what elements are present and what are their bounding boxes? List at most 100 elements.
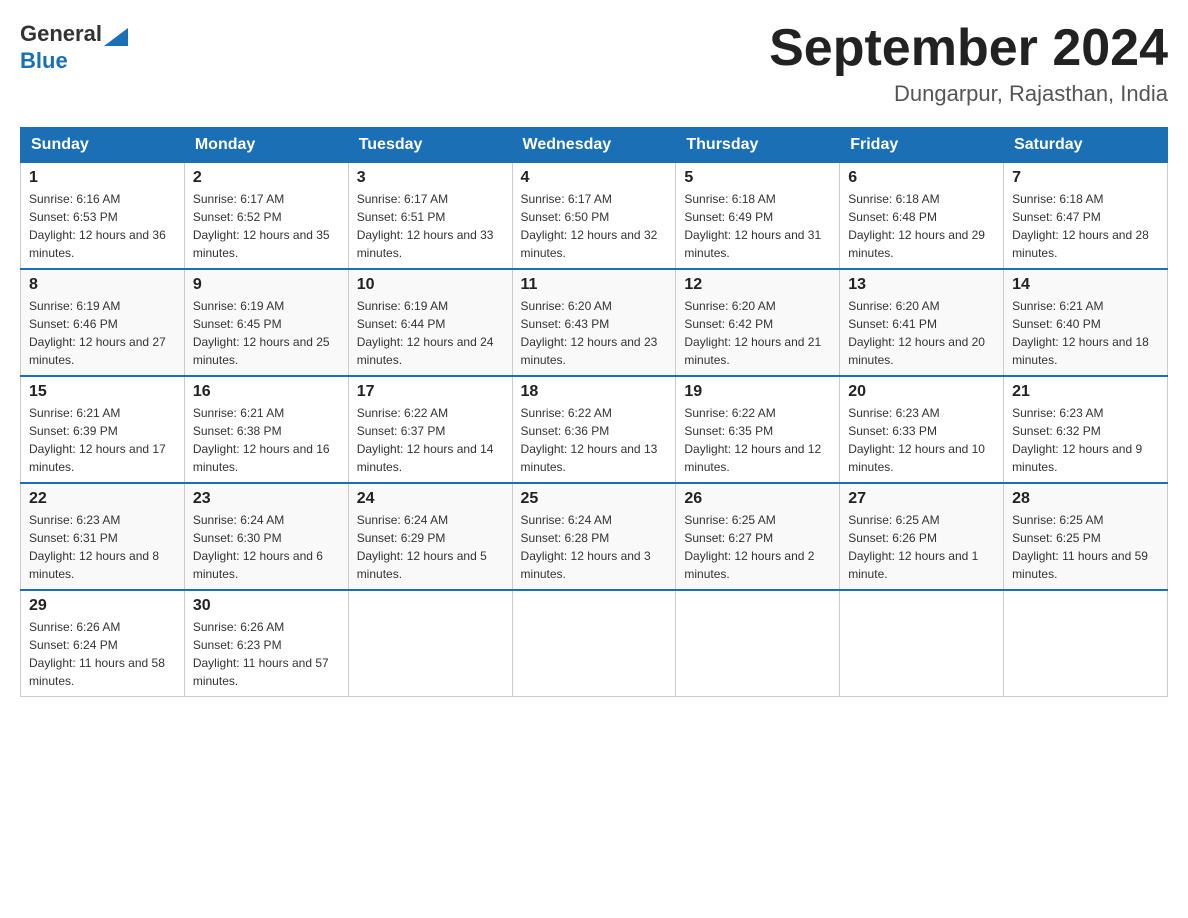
day-info: Sunrise: 6:21 AMSunset: 6:40 PMDaylight:… xyxy=(1012,297,1159,369)
calendar-cell: 10 Sunrise: 6:19 AMSunset: 6:44 PMDayligh… xyxy=(348,269,512,376)
calendar-cell: 5Sunrise: 6:18 AMSunset: 6:49 PMDaylight… xyxy=(676,163,840,270)
day-info: Sunrise: 6:21 AMSunset: 6:38 PMDaylight:… xyxy=(193,404,340,476)
day-info: Sunrise: 6:23 AMSunset: 6:33 PMDaylight:… xyxy=(848,404,995,476)
calendar-cell: 27Sunrise: 6:25 AMSunset: 6:26 PMDayligh… xyxy=(840,483,1004,590)
calendar-cell: 14 Sunrise: 6:21 AMSunset: 6:40 PMDayligh… xyxy=(1004,269,1168,376)
day-info: Sunrise: 6:24 AMSunset: 6:28 PMDaylight:… xyxy=(521,511,668,583)
logo-general: General xyxy=(20,21,102,47)
day-number: 18 xyxy=(521,383,668,401)
calendar-cell: 8Sunrise: 6:19 AMSunset: 6:46 PMDaylight… xyxy=(21,269,185,376)
calendar-cell: 2Sunrise: 6:17 AMSunset: 6:52 PMDaylight… xyxy=(184,163,348,270)
day-info: Sunrise: 6:22 AMSunset: 6:35 PMDaylight:… xyxy=(684,404,831,476)
title-area: September 2024 Dungarpur, Rajasthan, Ind… xyxy=(769,20,1168,107)
calendar-cell xyxy=(512,590,676,697)
calendar-cell xyxy=(840,590,1004,697)
col-header-saturday: Saturday xyxy=(1004,128,1168,163)
day-number: 1 xyxy=(29,169,176,187)
calendar-cell: 13Sunrise: 6:20 AMSunset: 6:41 PMDayligh… xyxy=(840,269,1004,376)
calendar-cell: 21Sunrise: 6:23 AMSunset: 6:32 PMDayligh… xyxy=(1004,376,1168,483)
day-info: Sunrise: 6:25 AMSunset: 6:26 PMDaylight:… xyxy=(848,511,995,583)
day-info: Sunrise: 6:24 AMSunset: 6:30 PMDaylight:… xyxy=(193,511,340,583)
day-number: 12 xyxy=(684,276,831,294)
day-info: Sunrise: 6:26 AMSunset: 6:23 PMDaylight:… xyxy=(193,618,340,690)
calendar-cell: 28Sunrise: 6:25 AMSunset: 6:25 PMDayligh… xyxy=(1004,483,1168,590)
day-info: Sunrise: 6:17 AMSunset: 6:51 PMDaylight:… xyxy=(357,190,504,262)
calendar-cell: 17 Sunrise: 6:22 AMSunset: 6:37 PMDayligh… xyxy=(348,376,512,483)
calendar-cell: 22Sunrise: 6:23 AMSunset: 6:31 PMDayligh… xyxy=(21,483,185,590)
day-info: Sunrise: 6:19 AMSunset: 6:45 PMDaylight:… xyxy=(193,297,340,369)
calendar-week-row: 8Sunrise: 6:19 AMSunset: 6:46 PMDaylight… xyxy=(21,269,1168,376)
calendar-cell: 20 Sunrise: 6:23 AMSunset: 6:33 PMDayligh… xyxy=(840,376,1004,483)
col-header-thursday: Thursday xyxy=(676,128,840,163)
day-number: 17 xyxy=(357,383,504,401)
day-number: 6 xyxy=(848,169,995,187)
calendar-cell xyxy=(348,590,512,697)
day-number: 20 xyxy=(848,383,995,401)
day-number: 10 xyxy=(357,276,504,294)
header: General Blue September 2024 Dungarpur, R… xyxy=(20,20,1168,107)
day-info: Sunrise: 6:19 AMSunset: 6:46 PMDaylight:… xyxy=(29,297,176,369)
logo-triangle-icon xyxy=(102,20,130,48)
calendar-cell: 4 Sunrise: 6:17 AMSunset: 6:50 PMDaylight… xyxy=(512,163,676,270)
day-info: Sunrise: 6:18 AMSunset: 6:48 PMDaylight:… xyxy=(848,190,995,262)
col-header-tuesday: Tuesday xyxy=(348,128,512,163)
day-info: Sunrise: 6:20 AMSunset: 6:42 PMDaylight:… xyxy=(684,297,831,369)
calendar-cell: 6 Sunrise: 6:18 AMSunset: 6:48 PMDaylight… xyxy=(840,163,1004,270)
day-number: 24 xyxy=(357,490,504,508)
day-info: Sunrise: 6:20 AMSunset: 6:43 PMDaylight:… xyxy=(521,297,668,369)
day-info: Sunrise: 6:17 AMSunset: 6:50 PMDaylight:… xyxy=(521,190,668,262)
day-number: 26 xyxy=(684,490,831,508)
col-header-friday: Friday xyxy=(840,128,1004,163)
calendar-cell: 26 Sunrise: 6:25 AMSunset: 6:27 PMDayligh… xyxy=(676,483,840,590)
calendar-week-row: 22Sunrise: 6:23 AMSunset: 6:31 PMDayligh… xyxy=(21,483,1168,590)
calendar-cell: 29 Sunrise: 6:26 AMSunset: 6:24 PMDayligh… xyxy=(21,590,185,697)
calendar-cell: 16Sunrise: 6:21 AMSunset: 6:38 PMDayligh… xyxy=(184,376,348,483)
day-number: 3 xyxy=(357,169,504,187)
calendar-cell xyxy=(1004,590,1168,697)
day-number: 29 xyxy=(29,597,176,615)
day-info: Sunrise: 6:18 AMSunset: 6:49 PMDaylight:… xyxy=(684,190,831,262)
calendar-header-row: SundayMondayTuesdayWednesdayThursdayFrid… xyxy=(21,128,1168,163)
calendar-week-row: 15 Sunrise: 6:21 AMSunset: 6:39 PMDayligh… xyxy=(21,376,1168,483)
logo-blue: Blue xyxy=(20,48,130,74)
day-number: 2 xyxy=(193,169,340,187)
calendar-cell: 15 Sunrise: 6:21 AMSunset: 6:39 PMDayligh… xyxy=(21,376,185,483)
calendar-cell: 30 Sunrise: 6:26 AMSunset: 6:23 PMDayligh… xyxy=(184,590,348,697)
day-info: Sunrise: 6:25 AMSunset: 6:27 PMDaylight:… xyxy=(684,511,831,583)
main-title: September 2024 xyxy=(769,20,1168,77)
day-number: 4 xyxy=(521,169,668,187)
day-info: Sunrise: 6:24 AMSunset: 6:29 PMDaylight:… xyxy=(357,511,504,583)
day-info: Sunrise: 6:23 AMSunset: 6:31 PMDaylight:… xyxy=(29,511,176,583)
day-info: Sunrise: 6:19 AMSunset: 6:44 PMDaylight:… xyxy=(357,297,504,369)
day-number: 28 xyxy=(1012,490,1159,508)
day-info: Sunrise: 6:22 AMSunset: 6:37 PMDaylight:… xyxy=(357,404,504,476)
subtitle: Dungarpur, Rajasthan, India xyxy=(769,81,1168,107)
calendar-table: SundayMondayTuesdayWednesdayThursdayFrid… xyxy=(20,127,1168,697)
day-number: 9 xyxy=(193,276,340,294)
calendar-cell: 19 Sunrise: 6:22 AMSunset: 6:35 PMDayligh… xyxy=(676,376,840,483)
day-number: 15 xyxy=(29,383,176,401)
day-number: 25 xyxy=(521,490,668,508)
day-number: 21 xyxy=(1012,383,1159,401)
calendar-cell: 11Sunrise: 6:20 AMSunset: 6:43 PMDayligh… xyxy=(512,269,676,376)
col-header-wednesday: Wednesday xyxy=(512,128,676,163)
day-info: Sunrise: 6:22 AMSunset: 6:36 PMDaylight:… xyxy=(521,404,668,476)
logo: General Blue xyxy=(20,20,130,74)
day-number: 30 xyxy=(193,597,340,615)
day-info: Sunrise: 6:16 AMSunset: 6:53 PMDaylight:… xyxy=(29,190,176,262)
calendar-cell: 18 Sunrise: 6:22 AMSunset: 6:36 PMDayligh… xyxy=(512,376,676,483)
day-info: Sunrise: 6:26 AMSunset: 6:24 PMDaylight:… xyxy=(29,618,176,690)
day-number: 14 xyxy=(1012,276,1159,294)
calendar-cell xyxy=(676,590,840,697)
day-info: Sunrise: 6:21 AMSunset: 6:39 PMDaylight:… xyxy=(29,404,176,476)
calendar-cell: 23 Sunrise: 6:24 AMSunset: 6:30 PMDayligh… xyxy=(184,483,348,590)
day-number: 19 xyxy=(684,383,831,401)
calendar-cell: 3 Sunrise: 6:17 AMSunset: 6:51 PMDaylight… xyxy=(348,163,512,270)
day-number: 7 xyxy=(1012,169,1159,187)
calendar-week-row: 29 Sunrise: 6:26 AMSunset: 6:24 PMDayligh… xyxy=(21,590,1168,697)
day-number: 13 xyxy=(848,276,995,294)
calendar-cell: 9 Sunrise: 6:19 AMSunset: 6:45 PMDaylight… xyxy=(184,269,348,376)
day-number: 23 xyxy=(193,490,340,508)
calendar-cell: 7 Sunrise: 6:18 AMSunset: 6:47 PMDaylight… xyxy=(1004,163,1168,270)
day-info: Sunrise: 6:18 AMSunset: 6:47 PMDaylight:… xyxy=(1012,190,1159,262)
